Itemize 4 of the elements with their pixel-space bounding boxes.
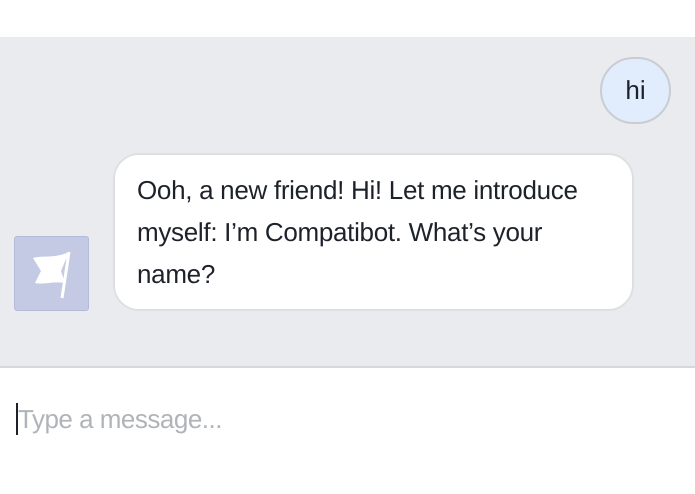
user-message: hi xyxy=(600,57,671,124)
text-cursor xyxy=(16,403,18,435)
bot-message: Ooh, a new friend! Hi! Let me introduce myself: I’m Compatibot. What’s your name? xyxy=(113,153,634,311)
message-input[interactable]: Type a message... xyxy=(18,401,695,437)
